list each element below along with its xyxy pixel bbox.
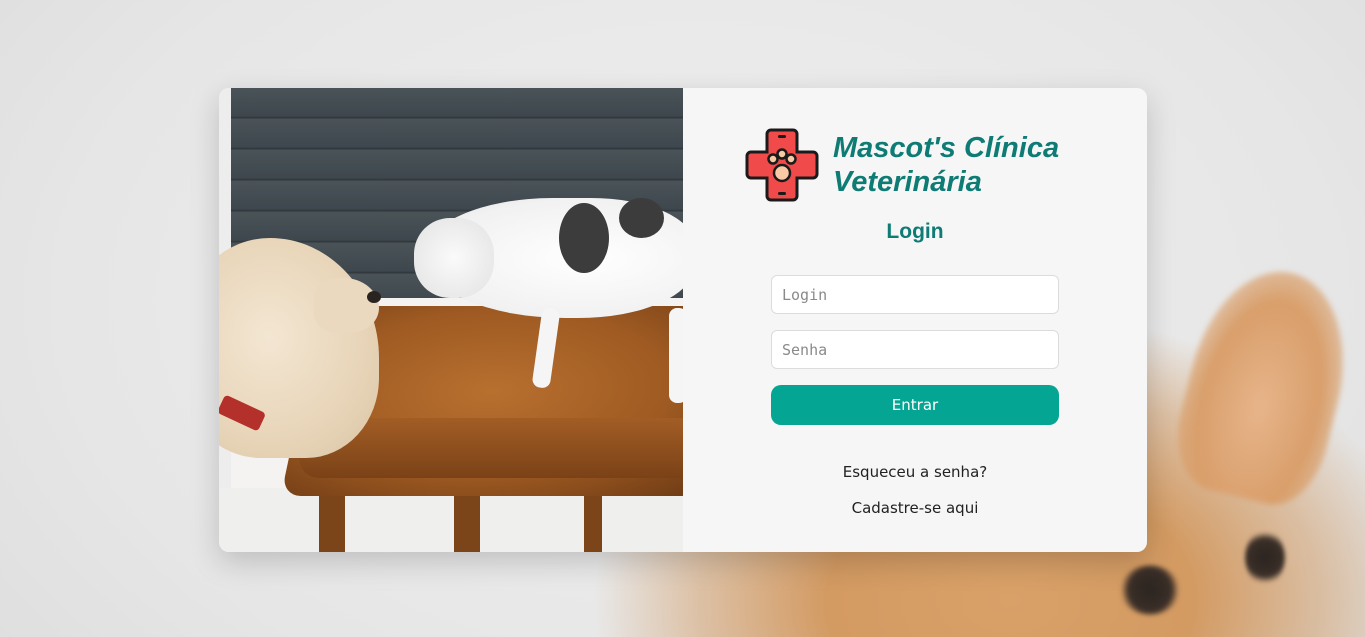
- background-dog-eye: [1120, 565, 1180, 615]
- password-input[interactable]: [771, 330, 1059, 369]
- login-title: Login: [886, 220, 944, 243]
- signup-link[interactable]: Cadastre-se aqui: [683, 499, 1147, 517]
- forgot-password-link[interactable]: Esqueceu a senha?: [683, 463, 1147, 481]
- photo-floor: [219, 488, 683, 552]
- login-input[interactable]: [771, 275, 1059, 314]
- brand-name-line2: Veterinária: [833, 166, 982, 198]
- pets-photo: [219, 88, 683, 552]
- paw-cross-icon: [745, 128, 819, 202]
- login-panel: Mascot's Clínica Veterinária Login Entra…: [683, 88, 1147, 552]
- kitten-spot: [619, 198, 664, 238]
- login-card: Mascot's Clínica Veterinária Login Entra…: [219, 88, 1147, 552]
- kitten-leg: [669, 308, 683, 403]
- brand-name: Mascot's Clínica Veterinária: [833, 131, 1093, 199]
- background-dog-eye: [1245, 530, 1285, 585]
- brand-name-line1: Mascot's Clínica: [833, 132, 1060, 164]
- kitten-head: [414, 218, 494, 298]
- kitten-spot: [559, 203, 609, 273]
- dog-nose: [367, 291, 381, 303]
- login-button[interactable]: Entrar: [771, 385, 1059, 425]
- brand: Mascot's Clínica Veterinária: [745, 128, 1093, 202]
